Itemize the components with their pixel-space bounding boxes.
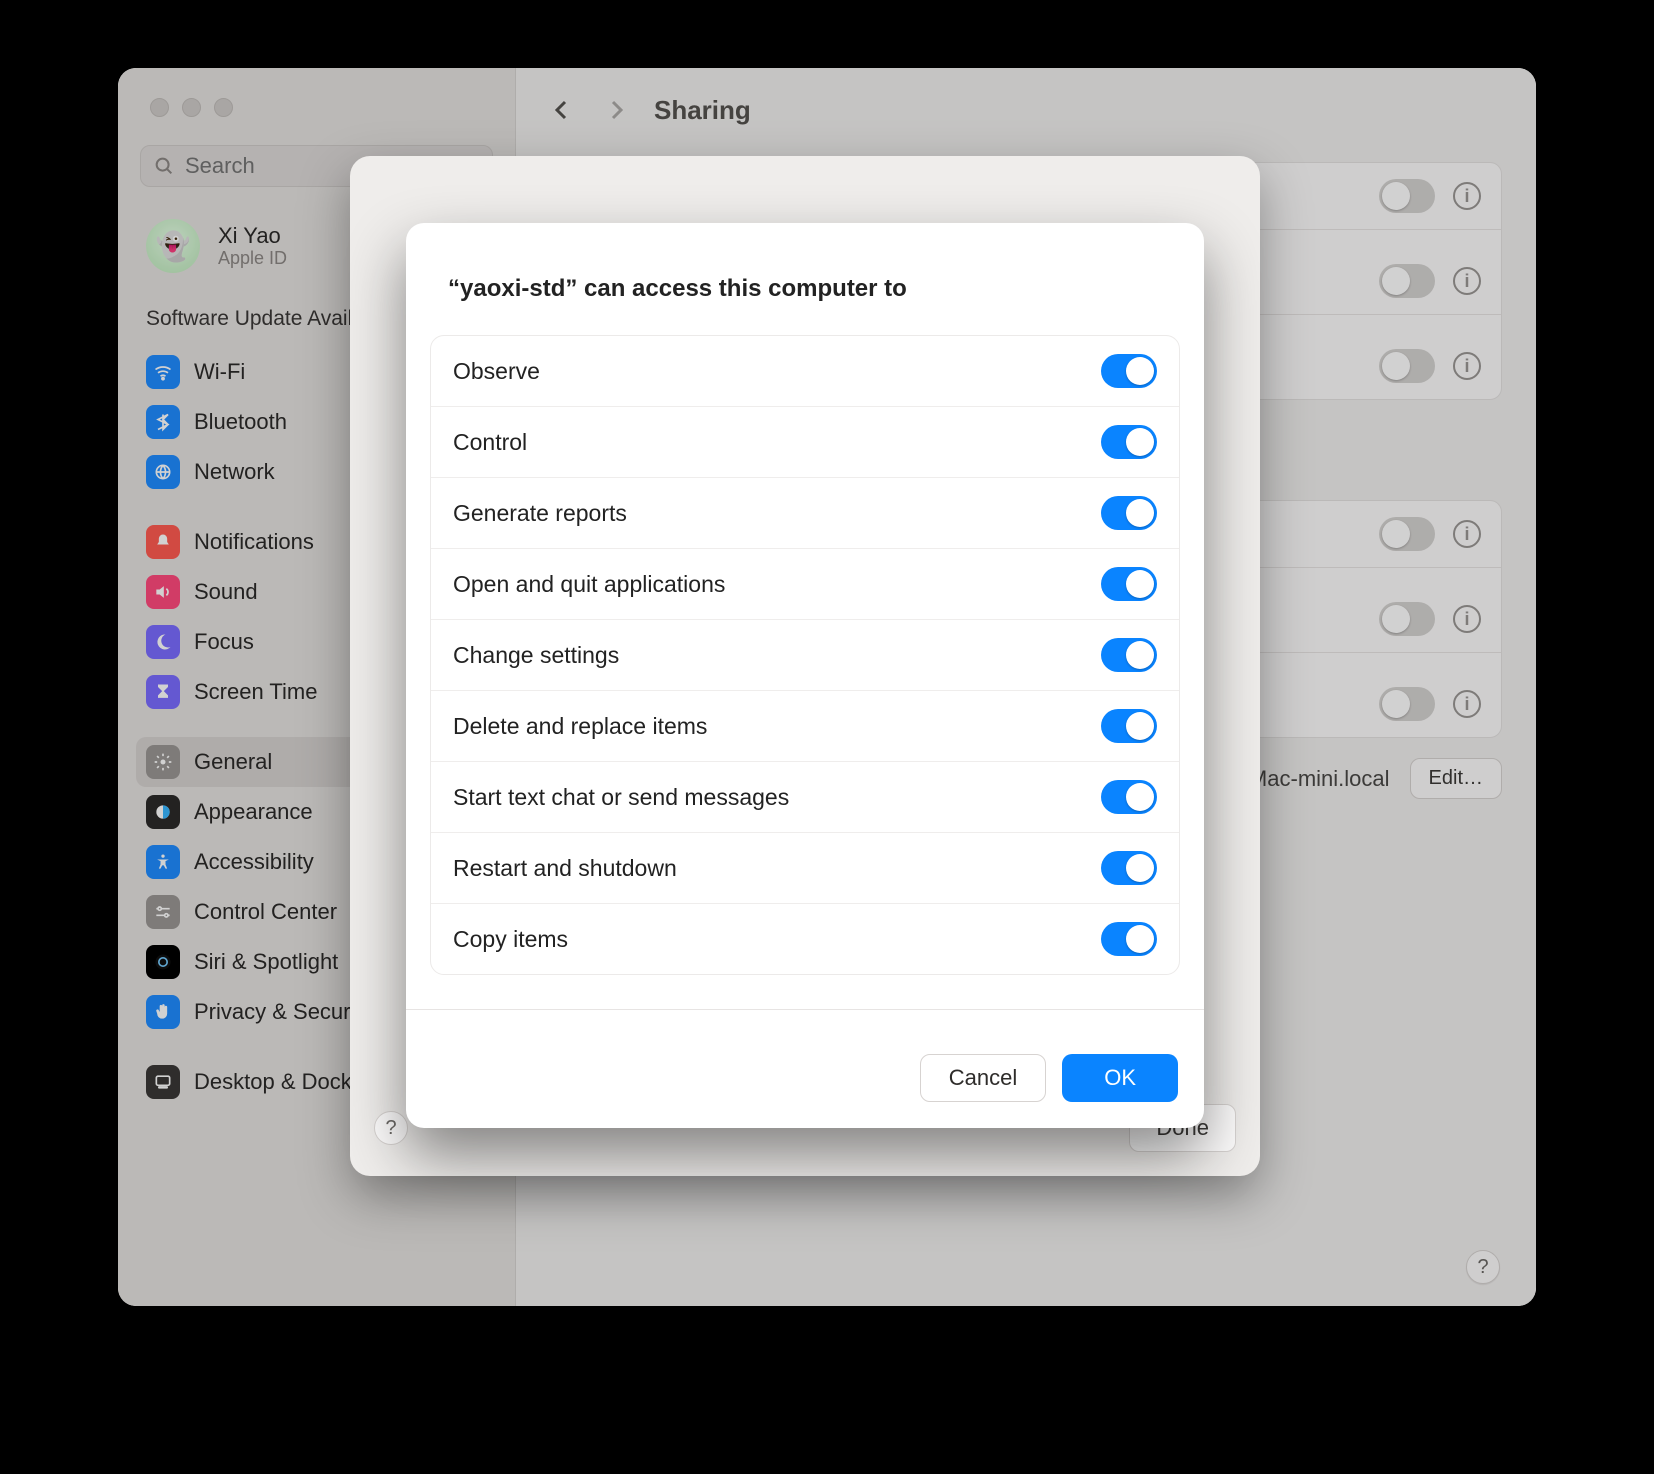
permission-row: Restart and shutdown [431,833,1179,904]
permission-row: Observe [431,336,1179,407]
permission-toggle[interactable] [1101,851,1157,885]
permission-toggle[interactable] [1101,709,1157,743]
help-button[interactable]: ? [374,1111,408,1145]
permission-label: Delete and replace items [453,713,707,740]
permission-toggle[interactable] [1101,354,1157,388]
separator [406,1009,1204,1010]
permission-toggle[interactable] [1101,425,1157,459]
permission-label: Restart and shutdown [453,855,677,882]
permissions-list: Observe Control Generate reports Open and q… [430,335,1180,975]
permission-row: Generate reports [431,478,1179,549]
permission-row: Change settings [431,620,1179,691]
permission-row: Start text chat or send messages [431,762,1179,833]
permission-label: Change settings [453,642,619,669]
ok-button[interactable]: OK [1062,1054,1178,1102]
permission-label: Generate reports [453,500,627,527]
permission-label: Start text chat or send messages [453,784,789,811]
permission-toggle[interactable] [1101,922,1157,956]
permissions-title: “yaoxi-std” can access this computer to [406,223,1204,335]
permission-toggle[interactable] [1101,780,1157,814]
permission-label: Open and quit applications [453,571,725,598]
permission-toggle[interactable] [1101,496,1157,530]
cancel-button[interactable]: Cancel [920,1054,1046,1102]
permission-label: Control [453,429,527,456]
permission-row: Copy items [431,904,1179,974]
permission-label: Observe [453,358,540,385]
permission-toggle[interactable] [1101,638,1157,672]
permissions-sheet: “yaoxi-std” can access this computer to … [406,223,1204,1128]
permission-row: Delete and replace items [431,691,1179,762]
permission-toggle[interactable] [1101,567,1157,601]
permission-label: Copy items [453,926,568,953]
permission-row: Control [431,407,1179,478]
permission-row: Open and quit applications [431,549,1179,620]
